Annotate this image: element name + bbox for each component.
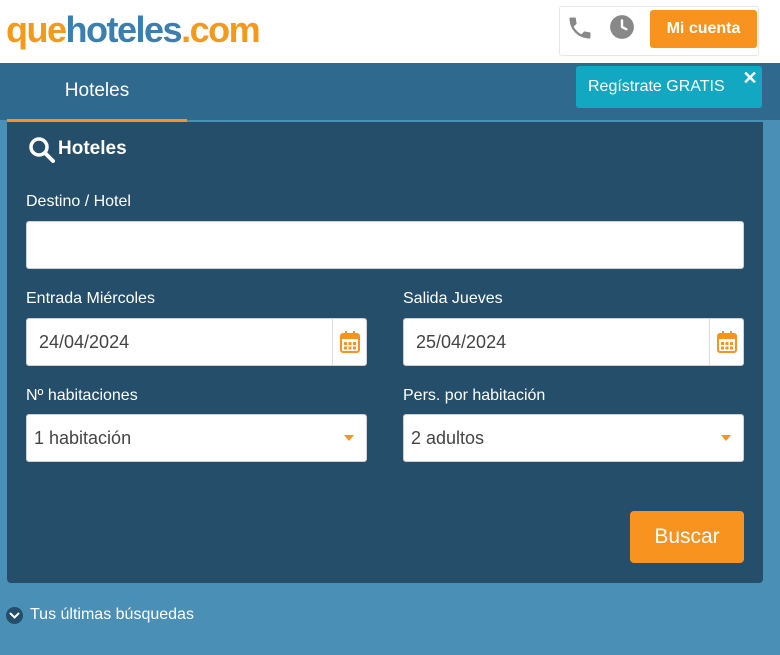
recent-searches-label: Tus últimas búsquedas [30, 606, 194, 623]
checkin-label: Entrada Miércoles [26, 290, 155, 307]
logo-que: que [6, 9, 67, 50]
destination-field[interactable] [26, 221, 744, 269]
tab-hoteles[interactable]: Hoteles [7, 63, 187, 122]
close-icon[interactable]: ✕ [741, 69, 759, 87]
checkout-field[interactable]: 25/04/2024 [403, 318, 744, 366]
rooms-select[interactable]: 1 habitación [26, 414, 367, 462]
calendar-icon[interactable] [709, 319, 744, 365]
logo[interactable]: quehoteles.com [6, 6, 261, 54]
guests-value: 2 adultos [411, 428, 485, 448]
logo-com: .com [181, 9, 261, 50]
phone-icon[interactable] [566, 14, 594, 42]
checkin-field[interactable]: 24/04/2024 [26, 318, 367, 366]
search-icon [29, 137, 55, 163]
destination-label: Destino / Hotel [26, 193, 131, 210]
checkin-value: 24/04/2024 [39, 332, 130, 352]
register-tooltip-text: Regístrate GRATIS [588, 78, 725, 95]
guests-select[interactable]: 2 adultos [403, 414, 744, 462]
checkout-label: Salida Jueves [403, 290, 503, 307]
logo-hoteles: hoteles [65, 9, 183, 50]
checkout-value: 25/04/2024 [416, 332, 507, 352]
chevron-down-circle-icon [6, 607, 23, 624]
my-account-button[interactable]: Mi cuenta [650, 10, 757, 48]
search-button[interactable]: Buscar [630, 511, 744, 563]
calendar-icon[interactable] [332, 319, 367, 365]
clock-icon[interactable] [609, 14, 635, 40]
chevron-down-icon [344, 435, 354, 441]
rooms-value: 1 habitación [34, 428, 132, 448]
register-tooltip[interactable]: Regístrate GRATIS [576, 66, 762, 108]
rooms-label: Nº habitaciones [26, 387, 138, 404]
chevron-down-icon [721, 435, 731, 441]
guests-label: Pers. por habitación [403, 387, 546, 404]
search-panel-title: Hoteles [58, 138, 127, 159]
